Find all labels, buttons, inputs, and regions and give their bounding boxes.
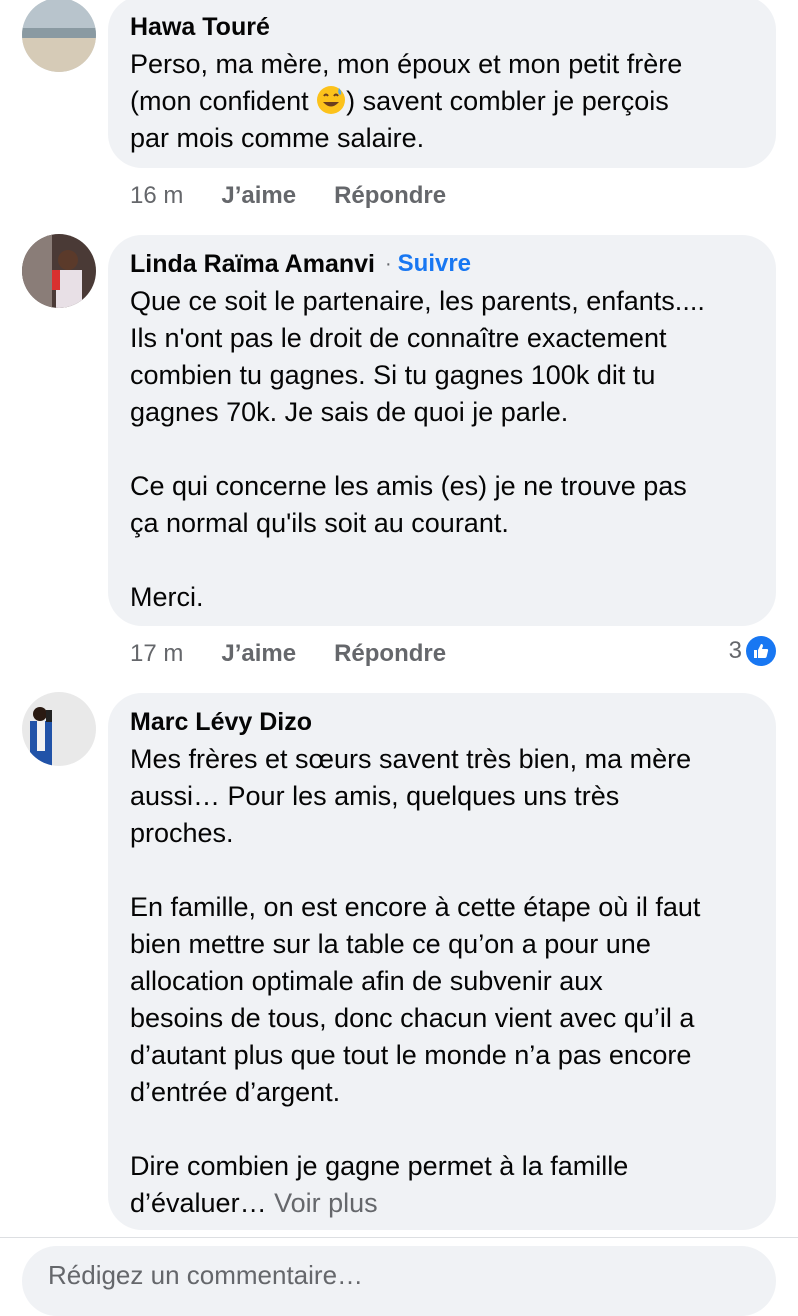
comment-author[interactable]: Marc Lévy Dizo <box>130 707 312 737</box>
comment-timestamp[interactable]: 17 m <box>130 640 183 668</box>
comment-text: Mes frères et sœurs savent très bien, ma… <box>130 744 701 1218</box>
comment-input[interactable]: Rédigez un commentaire… <box>22 1246 776 1316</box>
reply-button[interactable]: Répondre <box>334 182 446 210</box>
comment-author[interactable]: Hawa Touré <box>130 12 270 42</box>
comment-bubble: Hawa Touré Perso, ma mère, mon époux et … <box>108 0 776 168</box>
like-button[interactable]: J’aime <box>221 640 296 668</box>
comment-bubble: Linda Raïma Amanvi · Suivre Que ce soit … <box>108 235 776 626</box>
comment-text: Que ce soit le partenaire, les parents, … <box>130 286 705 612</box>
comment-input-placeholder: Rédigez un commentaire… <box>48 1260 364 1290</box>
thumbs-up-icon <box>746 636 776 666</box>
avatar[interactable] <box>22 234 96 308</box>
comment-actions: 17 m J’aime Répondre <box>130 639 446 669</box>
reply-button[interactable]: Répondre <box>334 640 446 668</box>
separator-dot: · <box>384 253 392 275</box>
see-more-link[interactable]: Voir plus <box>274 1188 378 1218</box>
comment-timestamp[interactable]: 16 m <box>130 182 183 210</box>
comment-text: Perso, ma mère, mon époux et mon petit f… <box>130 49 683 153</box>
reaction-count: 3 <box>728 637 742 664</box>
divider <box>0 1237 798 1238</box>
grinning-sweat-emoji-icon <box>316 85 346 115</box>
reaction-summary[interactable]: 3 <box>729 635 776 667</box>
follow-button[interactable]: Suivre <box>398 249 471 279</box>
comment-bubble: Marc Lévy Dizo Mes frères et sœurs saven… <box>108 693 776 1230</box>
avatar[interactable] <box>22 0 96 72</box>
like-button[interactable]: J’aime <box>221 182 296 210</box>
comment-actions: 16 m J’aime Répondre <box>130 181 446 211</box>
avatar[interactable] <box>22 692 96 766</box>
comment-author[interactable]: Linda Raïma Amanvi <box>130 249 375 279</box>
